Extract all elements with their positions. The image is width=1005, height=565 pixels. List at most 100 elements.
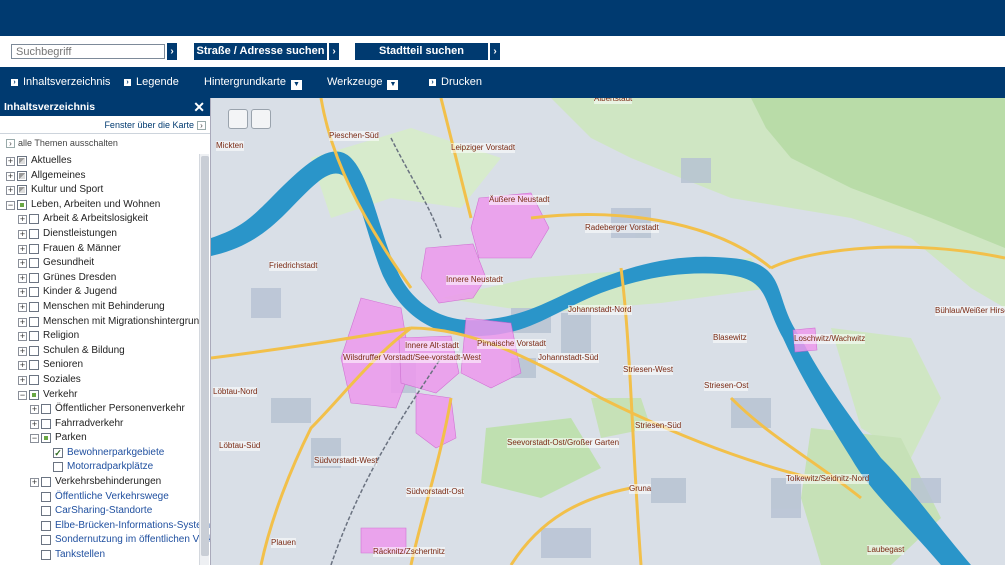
layer-checkbox[interactable] (41, 506, 51, 517)
expand-icon[interactable]: + (18, 317, 27, 327)
all-themes-off-link[interactable]: › alle Themen ausschalten (0, 134, 210, 152)
layer-checkbox[interactable] (29, 331, 39, 342)
tree-item[interactable]: + Arbeit & Arbeitslosigkeit (0, 212, 200, 227)
search-input[interactable] (11, 44, 165, 59)
expand-icon[interactable]: + (6, 186, 15, 196)
tree-item[interactable]: + Dienstleistungen (0, 227, 200, 242)
expand-icon[interactable]: + (30, 419, 39, 429)
tree-item[interactable]: Elbe-Brücken-Informations-System (0, 519, 210, 534)
expand-icon[interactable]: + (18, 332, 27, 342)
tree-item[interactable]: + Gesundheit (0, 256, 200, 271)
expand-icon[interactable]: + (18, 273, 27, 283)
expand-icon[interactable]: + (30, 405, 39, 415)
expand-icon[interactable]: + (18, 244, 27, 254)
layer-checkbox[interactable] (29, 360, 39, 371)
district-search-button[interactable]: Stadtteil suchen (355, 43, 488, 60)
collapse-icon[interactable]: − (18, 390, 27, 400)
layer-checkbox[interactable]: ✓ (53, 447, 63, 458)
tree-item[interactable]: + Grünes Dresden (0, 271, 200, 286)
layer-checkbox[interactable] (29, 345, 39, 356)
scrollbar-thumb[interactable] (201, 156, 209, 556)
tree-item[interactable]: + Kinder & Jugend (0, 285, 200, 300)
layer-checkbox[interactable] (17, 199, 27, 210)
expand-icon[interactable]: + (18, 259, 27, 269)
layer-checkbox[interactable] (41, 418, 51, 429)
search-bar: › Straße / Adresse suchen › Stadtteil su… (0, 36, 1005, 67)
expand-icon[interactable]: + (6, 157, 15, 166)
layer-checkbox[interactable] (41, 520, 51, 531)
tree-item[interactable]: + Religion (0, 329, 200, 344)
tree-item[interactable]: + Schulen & Bildung (0, 344, 200, 359)
arrow-right-icon: › (6, 139, 15, 148)
tree-item[interactable]: + Verkehrsbehinderungen (0, 475, 200, 490)
tree-item[interactable]: + Frauen & Männer (0, 242, 200, 257)
district-label: Albertstadt (594, 98, 633, 104)
collapse-icon[interactable]: − (30, 434, 39, 444)
expand-icon[interactable]: + (18, 229, 27, 239)
search-go-button[interactable]: › (167, 43, 177, 60)
expand-icon[interactable]: + (18, 215, 27, 225)
district-search-arrow-button[interactable]: › (490, 43, 500, 60)
tree-item[interactable]: − Verkehr (0, 388, 200, 403)
menu-print[interactable]: › Drucken (429, 76, 482, 89)
layer-checkbox[interactable] (29, 214, 39, 225)
globe-tool-icon[interactable] (228, 109, 248, 129)
layer-checkbox[interactable] (29, 243, 39, 254)
layer-checkbox[interactable] (41, 404, 51, 415)
expand-icon[interactable]: + (18, 288, 27, 298)
layer-checkbox[interactable] (29, 258, 39, 269)
layer-checkbox[interactable] (29, 389, 39, 400)
expand-icon[interactable]: + (30, 478, 39, 488)
eraser-tool-icon[interactable] (251, 109, 271, 129)
layer-checkbox[interactable] (53, 462, 63, 473)
layer-checkbox[interactable] (17, 156, 27, 166)
collapse-icon[interactable]: − (6, 200, 15, 210)
tree-item[interactable]: CarSharing-Standorte (0, 504, 200, 519)
layer-checkbox[interactable] (41, 550, 51, 561)
menu-tools[interactable]: Werkzeuge ▼ (327, 76, 399, 90)
layer-checkbox[interactable] (41, 477, 51, 488)
tree-item[interactable]: − Leben, Arbeiten und Wohnen (0, 198, 200, 213)
layer-checkbox[interactable] (17, 185, 27, 196)
tree-item[interactable]: Tankstellen (0, 548, 200, 563)
tree-item[interactable]: Öffentliche Verkehrswege (0, 490, 200, 505)
tree-item[interactable]: Sondernutzung im öffentlichen Verkehr (0, 533, 210, 548)
tree-item[interactable]: + Menschen mit Behinderung (0, 300, 200, 315)
tree-item[interactable]: − Parken (0, 431, 200, 446)
layer-checkbox[interactable] (17, 170, 27, 181)
layer-checkbox[interactable] (41, 433, 51, 444)
layer-checkbox[interactable] (41, 491, 51, 502)
tree-item[interactable]: + Allgemeines (0, 169, 200, 184)
expand-icon[interactable]: + (6, 171, 15, 181)
street-search-button[interactable]: Straße / Adresse suchen (194, 43, 327, 60)
tree-item[interactable]: + Kultur und Sport (0, 183, 200, 198)
street-search-arrow-button[interactable]: › (329, 43, 339, 60)
tree-item[interactable]: + Senioren (0, 358, 200, 373)
layer-checkbox[interactable] (29, 316, 39, 327)
tree-item[interactable]: Motorradparkplätze (0, 460, 200, 475)
menu-toc[interactable]: › Inhaltsverzeichnis (11, 76, 110, 89)
tree-item[interactable]: + Fahrradverkehr (0, 417, 200, 432)
tree-item[interactable]: + Menschen mit Migrationshintergrund (0, 315, 205, 330)
tree-item[interactable]: + Aktuelles (0, 154, 200, 169)
layer-checkbox[interactable] (29, 228, 39, 239)
menu-background-map[interactable]: Hintergrundkarte ▼ (204, 76, 302, 90)
layer-checkbox[interactable] (29, 374, 39, 385)
close-icon[interactable]: ✕ (193, 98, 205, 116)
window-over-map-link[interactable]: Fenster über die Karte › (0, 116, 210, 134)
expand-icon[interactable]: + (18, 375, 27, 385)
layer-checkbox[interactable] (41, 535, 51, 546)
layer-checkbox[interactable] (29, 272, 39, 283)
tree-item[interactable]: + Soziales (0, 373, 200, 388)
layer-checkbox[interactable] (29, 287, 39, 298)
expand-icon[interactable]: + (18, 361, 27, 371)
tree-item[interactable]: + Öffentlicher Personenverkehr (0, 402, 200, 417)
map-view[interactable]: Albertstadt Pieschen-Süd Leipziger Vorstad… (211, 98, 1005, 565)
district-label: Löbtau-Nord (213, 387, 258, 397)
expand-icon[interactable]: + (18, 302, 27, 312)
layer-checkbox[interactable] (29, 301, 39, 312)
menu-legend[interactable]: › Legende (124, 76, 179, 89)
tree-item[interactable]: ✓ Bewohnerparkgebiete (0, 446, 200, 461)
toc-scrollbar[interactable] (199, 154, 209, 565)
expand-icon[interactable]: + (18, 346, 27, 356)
